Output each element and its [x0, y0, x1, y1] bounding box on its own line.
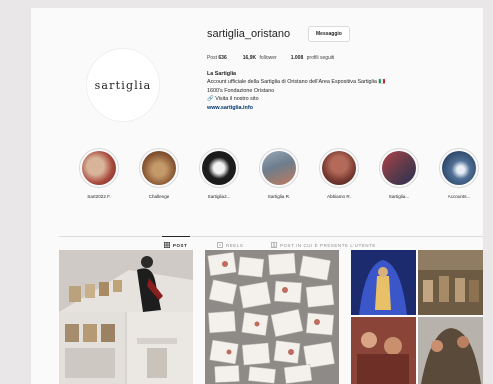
- highlight-ring: [439, 148, 479, 188]
- flag-icon: 🇮🇹: [378, 79, 386, 86]
- tab-posts[interactable]: POST: [164, 242, 187, 248]
- post-image-exhibition: [59, 250, 193, 384]
- tagged-icon: [271, 242, 277, 248]
- highlight-label: Abbiamo R.: [326, 194, 351, 199]
- highlight-cover: [142, 151, 176, 185]
- stat-following-value: 1.008: [290, 55, 304, 61]
- highlight-item[interactable]: Sartiglia R.: [255, 148, 303, 199]
- highlight-item[interactable]: Accounts...: [435, 148, 483, 199]
- highlight-cover: [82, 151, 116, 185]
- stat-posts: Post 636: [207, 55, 229, 61]
- post-thumbnail[interactable]: [59, 250, 193, 384]
- highlight-label: Sartiglia...: [388, 194, 410, 199]
- profile-bio: La Sartiglia Account ufficiale della Sar…: [207, 70, 477, 112]
- highlight-cover: [262, 151, 296, 185]
- tab-tagged[interactable]: POST IN CUI È PRESENTE L'UTENTE: [271, 242, 376, 248]
- stat-following-label: profili seguiti: [306, 55, 335, 61]
- highlight-label: Sart2022 F.: [87, 194, 111, 199]
- tab-reels[interactable]: REELS: [217, 242, 243, 248]
- post-thumbnail[interactable]: [205, 250, 339, 384]
- tab-tagged-label: POST IN CUI È PRESENTE L'UTENTE: [280, 242, 376, 248]
- highlight-cover: [442, 151, 476, 185]
- highlight-cover: [202, 151, 236, 185]
- bio-line-1-text: Account ufficiale della Sartiglia di Ori…: [207, 79, 377, 86]
- stat-posts-value: 636: [218, 55, 227, 61]
- highlight-item[interactable]: Challenge: [135, 148, 183, 199]
- highlight-ring: [79, 148, 119, 188]
- highlight-label: Sartiglia R.: [267, 194, 291, 199]
- highlight-item[interactable]: Sart2022 F.: [75, 148, 123, 199]
- story-highlights: Sart2022 F. Challenge Sartiglia2... Sart…: [75, 148, 483, 206]
- stat-posts-label: Post: [207, 55, 218, 61]
- message-button[interactable]: Messaggio: [308, 26, 350, 42]
- highlight-ring: [379, 148, 419, 188]
- bio-line-2: 1600's Fondazione Oristano: [207, 87, 275, 94]
- bio-line-3: 🔗 Visita il nostro sito: [207, 95, 477, 103]
- stat-followers-label: follower: [259, 55, 277, 61]
- highlight-cover: [322, 151, 356, 185]
- highlight-ring: [259, 148, 299, 188]
- tab-posts-label: POST: [173, 242, 188, 248]
- grid-icon: [164, 242, 170, 248]
- highlight-label: Accounts...: [447, 194, 471, 199]
- tab-reels-label: REELS: [226, 242, 244, 248]
- bio-website-link[interactable]: www.sartiglia.info: [207, 104, 477, 112]
- bio-line-1: Account ufficiale della Sartiglia di Ori…: [207, 78, 477, 86]
- highlight-item[interactable]: Sartiglia2...: [195, 148, 243, 199]
- highlight-ring: [199, 148, 239, 188]
- link-icon: 🔗: [207, 96, 214, 103]
- active-tab-indicator: [162, 236, 190, 237]
- highlight-label: Challenge: [148, 194, 170, 199]
- profile-avatar[interactable]: sartiglia: [86, 48, 160, 122]
- instagram-profile-page: sartiglia sartiglia_oristano Messaggio P…: [31, 8, 483, 384]
- tabs-divider: [59, 236, 483, 237]
- post-image-collage: [351, 250, 483, 384]
- stat-followers-value: 16,9K: [242, 55, 257, 61]
- sartiglia-logo: sartiglia: [94, 78, 152, 92]
- reels-icon: [217, 242, 223, 248]
- post-thumbnail[interactable]: [351, 250, 483, 384]
- highlight-ring: [319, 148, 359, 188]
- highlight-ring: [139, 148, 179, 188]
- highlight-cover: [382, 151, 416, 185]
- highlight-item[interactable]: Sartiglia...: [375, 148, 423, 199]
- highlight-label: Sartiglia2...: [207, 194, 231, 199]
- bio-line-3-text: Visita il nostro sito: [215, 96, 259, 103]
- profile-stats: Post 636 16,9K follower 1.008 profili se…: [207, 55, 334, 61]
- stat-following[interactable]: 1.008 profili seguiti: [291, 55, 335, 61]
- bio-name: La Sartiglia: [207, 71, 237, 77]
- stat-followers[interactable]: 16,9K follower: [243, 55, 277, 61]
- highlight-item[interactable]: Abbiamo R.: [315, 148, 363, 199]
- profile-username: sartiglia_oristano: [207, 28, 291, 40]
- post-image-drawings: [205, 250, 339, 384]
